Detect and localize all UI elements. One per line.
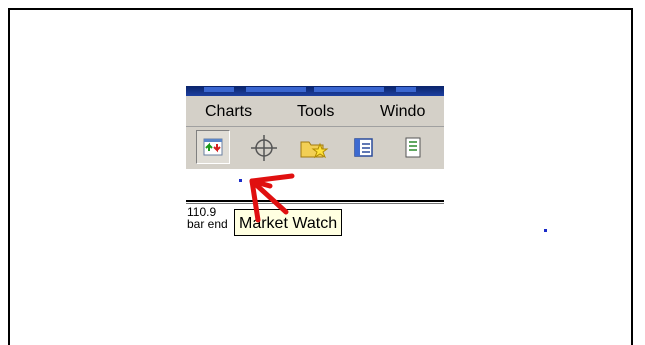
menu-bar: Charts Tools Windo <box>186 96 444 127</box>
terminal-icon <box>405 137 421 158</box>
terminal-button[interactable] <box>394 130 428 164</box>
bar-end-label: bar end <box>187 217 228 231</box>
market-watch-button[interactable] <box>196 130 230 164</box>
title-bar <box>186 86 444 96</box>
toolbar <box>186 127 444 169</box>
market-watch-icon <box>203 138 223 156</box>
crosshair-button[interactable] <box>246 130 280 164</box>
menu-charts[interactable]: Charts <box>205 103 252 121</box>
folder-star-icon <box>300 141 329 159</box>
stray-dot <box>544 229 547 232</box>
menu-window[interactable]: Windo <box>380 103 425 121</box>
chart-top-border-shadow <box>186 203 444 204</box>
navigator-icon <box>354 138 373 157</box>
chart-top-border <box>186 200 444 202</box>
navigator-button[interactable] <box>346 130 380 164</box>
market-watch-tooltip: Market Watch <box>234 209 343 236</box>
menu-tools[interactable]: Tools <box>297 103 334 121</box>
crosshair-icon <box>251 135 277 161</box>
favorites-button[interactable] <box>296 130 330 164</box>
cursor-dot <box>239 179 242 182</box>
